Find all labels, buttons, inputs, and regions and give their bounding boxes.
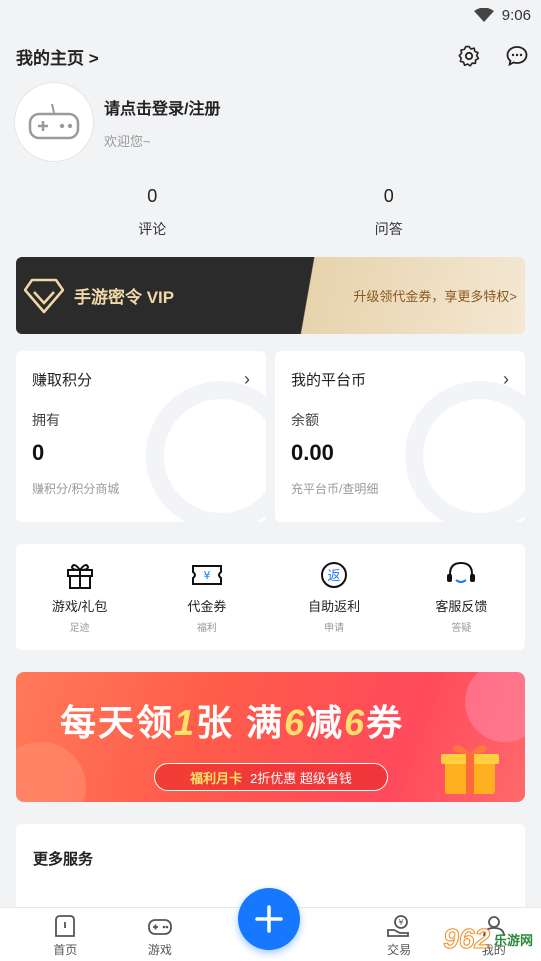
gamepad-icon — [28, 103, 80, 140]
add-fab-button[interactable] — [238, 888, 300, 950]
quick-vouchers[interactable]: ¥ 代金券 福利 — [152, 560, 262, 634]
more-services-title: 更多服务 — [33, 851, 94, 868]
quick-label: 代金券 — [187, 599, 227, 614]
page-header: 我的主页 > — [16, 38, 529, 74]
banner-headline: 每天领1张 满6减6券 — [60, 702, 405, 743]
quick-actions: 游戏/礼包 足迹 ¥ 代金券 福利 返 自助返利 申请 客服反馈 答疑 — [16, 544, 525, 650]
user-stats: 0 评论 0 问答 — [34, 186, 507, 239]
quick-sub: 申请 — [324, 623, 345, 634]
earn-points-card[interactable]: 赚取积分 › 拥有 0 赚积分/积分商城 — [16, 351, 266, 522]
quick-label: 客服反馈 — [435, 599, 488, 614]
tab-label: 游戏 — [147, 943, 172, 957]
my-homepage-link[interactable]: 我的主页 > — [16, 44, 99, 69]
svg-text:¥: ¥ — [203, 569, 210, 582]
stat-value: 0 — [147, 186, 158, 206]
tab-home[interactable]: 首页 — [18, 908, 113, 961]
account-cards: 赚取积分 › 拥有 0 赚积分/积分商城 我的平台币 › 余额 0.00 充平台… — [16, 351, 525, 522]
card-title: 赚取积分 — [32, 372, 93, 389]
card-decoration — [405, 381, 525, 522]
platform-coin-card[interactable]: 我的平台币 › 余额 0.00 充平台币/查明细 — [275, 351, 525, 522]
stat-value: 0 — [383, 186, 394, 206]
pill-text: 2折优惠 超级省钱 — [250, 770, 352, 786]
card-title: 我的平台币 — [291, 372, 367, 389]
status-bar: 9:06 — [0, 0, 541, 30]
settings-gear-icon[interactable] — [457, 44, 481, 68]
rebate-icon: 返 — [321, 562, 348, 588]
svg-text:返: 返 — [328, 569, 341, 584]
pill-tag: 福利月卡 — [190, 770, 243, 786]
watermark-text: 乐游网 — [493, 932, 533, 948]
tab-games[interactable]: 游戏 — [113, 908, 208, 961]
watermark-number: 962 — [443, 923, 491, 955]
quick-label: 自助返利 — [308, 599, 361, 614]
avatar[interactable] — [14, 82, 94, 162]
svg-text:¥: ¥ — [399, 918, 404, 927]
wifi-icon — [473, 8, 494, 22]
home-icon — [55, 915, 76, 937]
quick-support[interactable]: 客服反馈 答疑 — [406, 560, 516, 634]
banner-decoration — [16, 742, 86, 802]
headset-icon — [447, 561, 476, 583]
vip-banner[interactable]: 手游密令 VIP 升级领代金券，享更多特权> — [16, 257, 525, 334]
vip-diamond-icon — [24, 278, 64, 313]
quick-sub: 足迹 — [69, 623, 90, 634]
trade-icon: ¥ — [387, 915, 410, 937]
quick-games-gifts[interactable]: 游戏/礼包 足迹 — [25, 560, 135, 634]
tab-label: 交易 — [387, 943, 412, 957]
message-bubble-icon[interactable] — [505, 44, 529, 68]
vip-upgrade-link[interactable]: 升级领代金券，享更多特权> — [353, 286, 517, 305]
banner-decoration — [465, 672, 525, 742]
tab-label: 首页 — [53, 943, 78, 957]
quick-rebate[interactable]: 返 自助返利 申请 — [279, 560, 389, 634]
status-time: 9:06 — [501, 6, 531, 24]
stat-label: 评论 — [138, 221, 167, 237]
stat-comments[interactable]: 0 评论 — [92, 186, 212, 239]
monthly-card-promo-banner[interactable]: 每天领1张 满6减6券 福利月卡 2折优惠 超级省钱 — [16, 672, 525, 802]
quick-label: 游戏/礼包 — [51, 599, 108, 614]
quick-sub: 答疑 — [451, 623, 472, 634]
gamepad-icon — [147, 919, 172, 935]
welcome-text: 欢迎您~ — [104, 133, 151, 149]
card-decoration — [146, 381, 266, 522]
profile-section[interactable]: 请点击登录/注册 欢迎您~ — [14, 82, 220, 162]
vip-title: 手游密令 VIP — [74, 288, 175, 307]
banner-cta-pill[interactable]: 福利月卡 2折优惠 超级省钱 — [154, 763, 388, 791]
stat-label: 问答 — [374, 221, 403, 237]
quick-sub: 福利 — [196, 623, 217, 634]
voucher-icon: ¥ — [191, 565, 222, 585]
tab-trade[interactable]: ¥ 交易 — [352, 908, 447, 961]
login-register-prompt[interactable]: 请点击登录/注册 — [104, 95, 220, 119]
gift-icon — [66, 564, 93, 589]
site-watermark: 962 乐游网 — [443, 923, 533, 955]
gift-box-icon — [441, 745, 499, 794]
stat-qa[interactable]: 0 问答 — [329, 186, 449, 239]
plus-icon — [255, 905, 283, 933]
